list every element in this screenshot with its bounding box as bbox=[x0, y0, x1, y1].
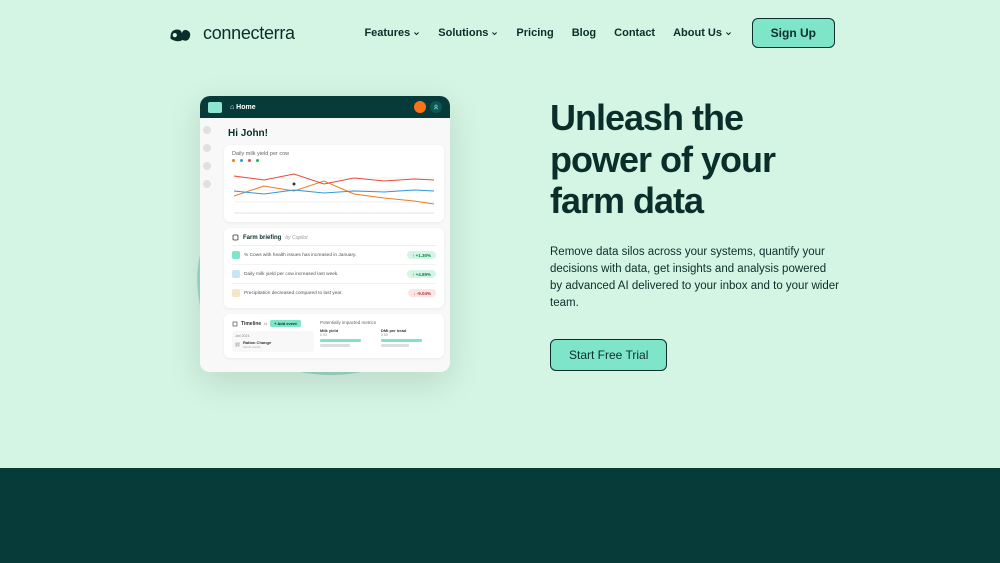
user-avatar-icon bbox=[430, 101, 442, 113]
sidebar-nav-dot bbox=[203, 180, 211, 188]
briefing-item: % Cows with health issues has increased … bbox=[232, 246, 436, 265]
milk-icon bbox=[232, 270, 240, 278]
chevron-down-icon bbox=[491, 30, 498, 37]
health-icon bbox=[232, 251, 240, 259]
hero-description: Remove data silos across your systems, q… bbox=[550, 244, 840, 313]
sidebar-nav-dot bbox=[203, 162, 211, 170]
hero-illustration: ⌂ Home Hi John! Daily milk yield bbox=[200, 96, 460, 372]
nav-contact[interactable]: Contact bbox=[614, 27, 655, 39]
chevron-down-icon bbox=[725, 30, 732, 37]
hero-headline: Unleash the power of your farm data bbox=[550, 97, 840, 221]
briefing-item: Daily milk yield per cow increased last … bbox=[232, 265, 436, 284]
briefing-item: Precipitation decreased compared to last… bbox=[232, 284, 436, 302]
chevron-down-icon bbox=[413, 30, 420, 37]
add-event-tag: + Add event bbox=[270, 320, 301, 327]
metric-bar bbox=[320, 339, 361, 342]
footer-band bbox=[0, 468, 1000, 563]
hero-section: ⌂ Home Hi John! Daily milk yield bbox=[0, 48, 1000, 372]
timeline-date-box: Jan 2024 17 Ration Change Month trends bbox=[232, 331, 314, 352]
weather-icon bbox=[232, 289, 240, 297]
yield-chart-title: Daily milk yield per cow bbox=[232, 151, 436, 157]
metrics-column: Potentially impacted metrics Milk yield … bbox=[320, 320, 436, 352]
metric-item: Milk yield 0.93 bbox=[320, 328, 375, 349]
briefing-icon bbox=[232, 234, 239, 241]
yield-chart-card: Daily milk yield per cow bbox=[224, 145, 444, 222]
chart-legend bbox=[232, 159, 436, 162]
timeline-column: Timeline U + Add event Jan 2024 17 Ratio… bbox=[232, 320, 314, 352]
delta-badge: ↑ +1.30% bbox=[407, 251, 436, 259]
start-trial-button[interactable]: Start Free Trial bbox=[550, 339, 667, 371]
connecterra-logo-icon bbox=[165, 22, 193, 44]
nav-pricing[interactable]: Pricing bbox=[516, 27, 553, 39]
nav-blog[interactable]: Blog bbox=[572, 27, 596, 39]
briefing-header: Farm briefing by Copilot bbox=[232, 234, 436, 246]
event-icon: 17 bbox=[235, 342, 240, 347]
dashboard-header: ⌂ Home bbox=[200, 96, 450, 118]
timeline-card: Timeline U + Add event Jan 2024 17 Ratio… bbox=[224, 314, 444, 358]
hero-content: Unleash the power of your farm data Remo… bbox=[550, 97, 840, 370]
nav-solutions[interactable]: Solutions bbox=[438, 27, 498, 39]
notification-icon bbox=[414, 101, 426, 113]
dashboard-greeting: Hi John! bbox=[218, 118, 450, 145]
nav-features[interactable]: Features bbox=[364, 27, 420, 39]
main-nav: Features Solutions Pricing Blog Contact … bbox=[364, 27, 732, 39]
dashboard-sidebar bbox=[203, 126, 211, 188]
delta-badge: ↑ +4.89% bbox=[407, 270, 436, 278]
line-chart bbox=[232, 166, 436, 214]
sidebar-nav-dot bbox=[203, 144, 211, 152]
nav-about[interactable]: About Us bbox=[673, 27, 732, 39]
dashboard-home-label: ⌂ Home bbox=[230, 104, 256, 111]
metric-bar bbox=[381, 339, 422, 342]
brand-name: connecterra bbox=[203, 23, 295, 44]
site-header: connecterra Features Solutions Pricing B… bbox=[0, 0, 1000, 48]
sidebar-nav-dot bbox=[203, 126, 211, 134]
dashboard-logo-icon bbox=[208, 102, 222, 113]
metric-item: DMI per head 0.85 bbox=[381, 328, 436, 349]
dashboard-mockup: ⌂ Home Hi John! Daily milk yield bbox=[200, 96, 450, 372]
signup-button[interactable]: Sign Up bbox=[752, 18, 835, 48]
brand-logo[interactable]: connecterra bbox=[165, 22, 295, 44]
delta-badge: ↓ -9.04% bbox=[408, 289, 436, 297]
dashboard-body: Hi John! Daily milk yield per cow bbox=[200, 118, 450, 372]
timeline-icon bbox=[232, 321, 238, 327]
farm-briefing-card: Farm briefing by Copilot % Cows with hea… bbox=[224, 228, 444, 308]
